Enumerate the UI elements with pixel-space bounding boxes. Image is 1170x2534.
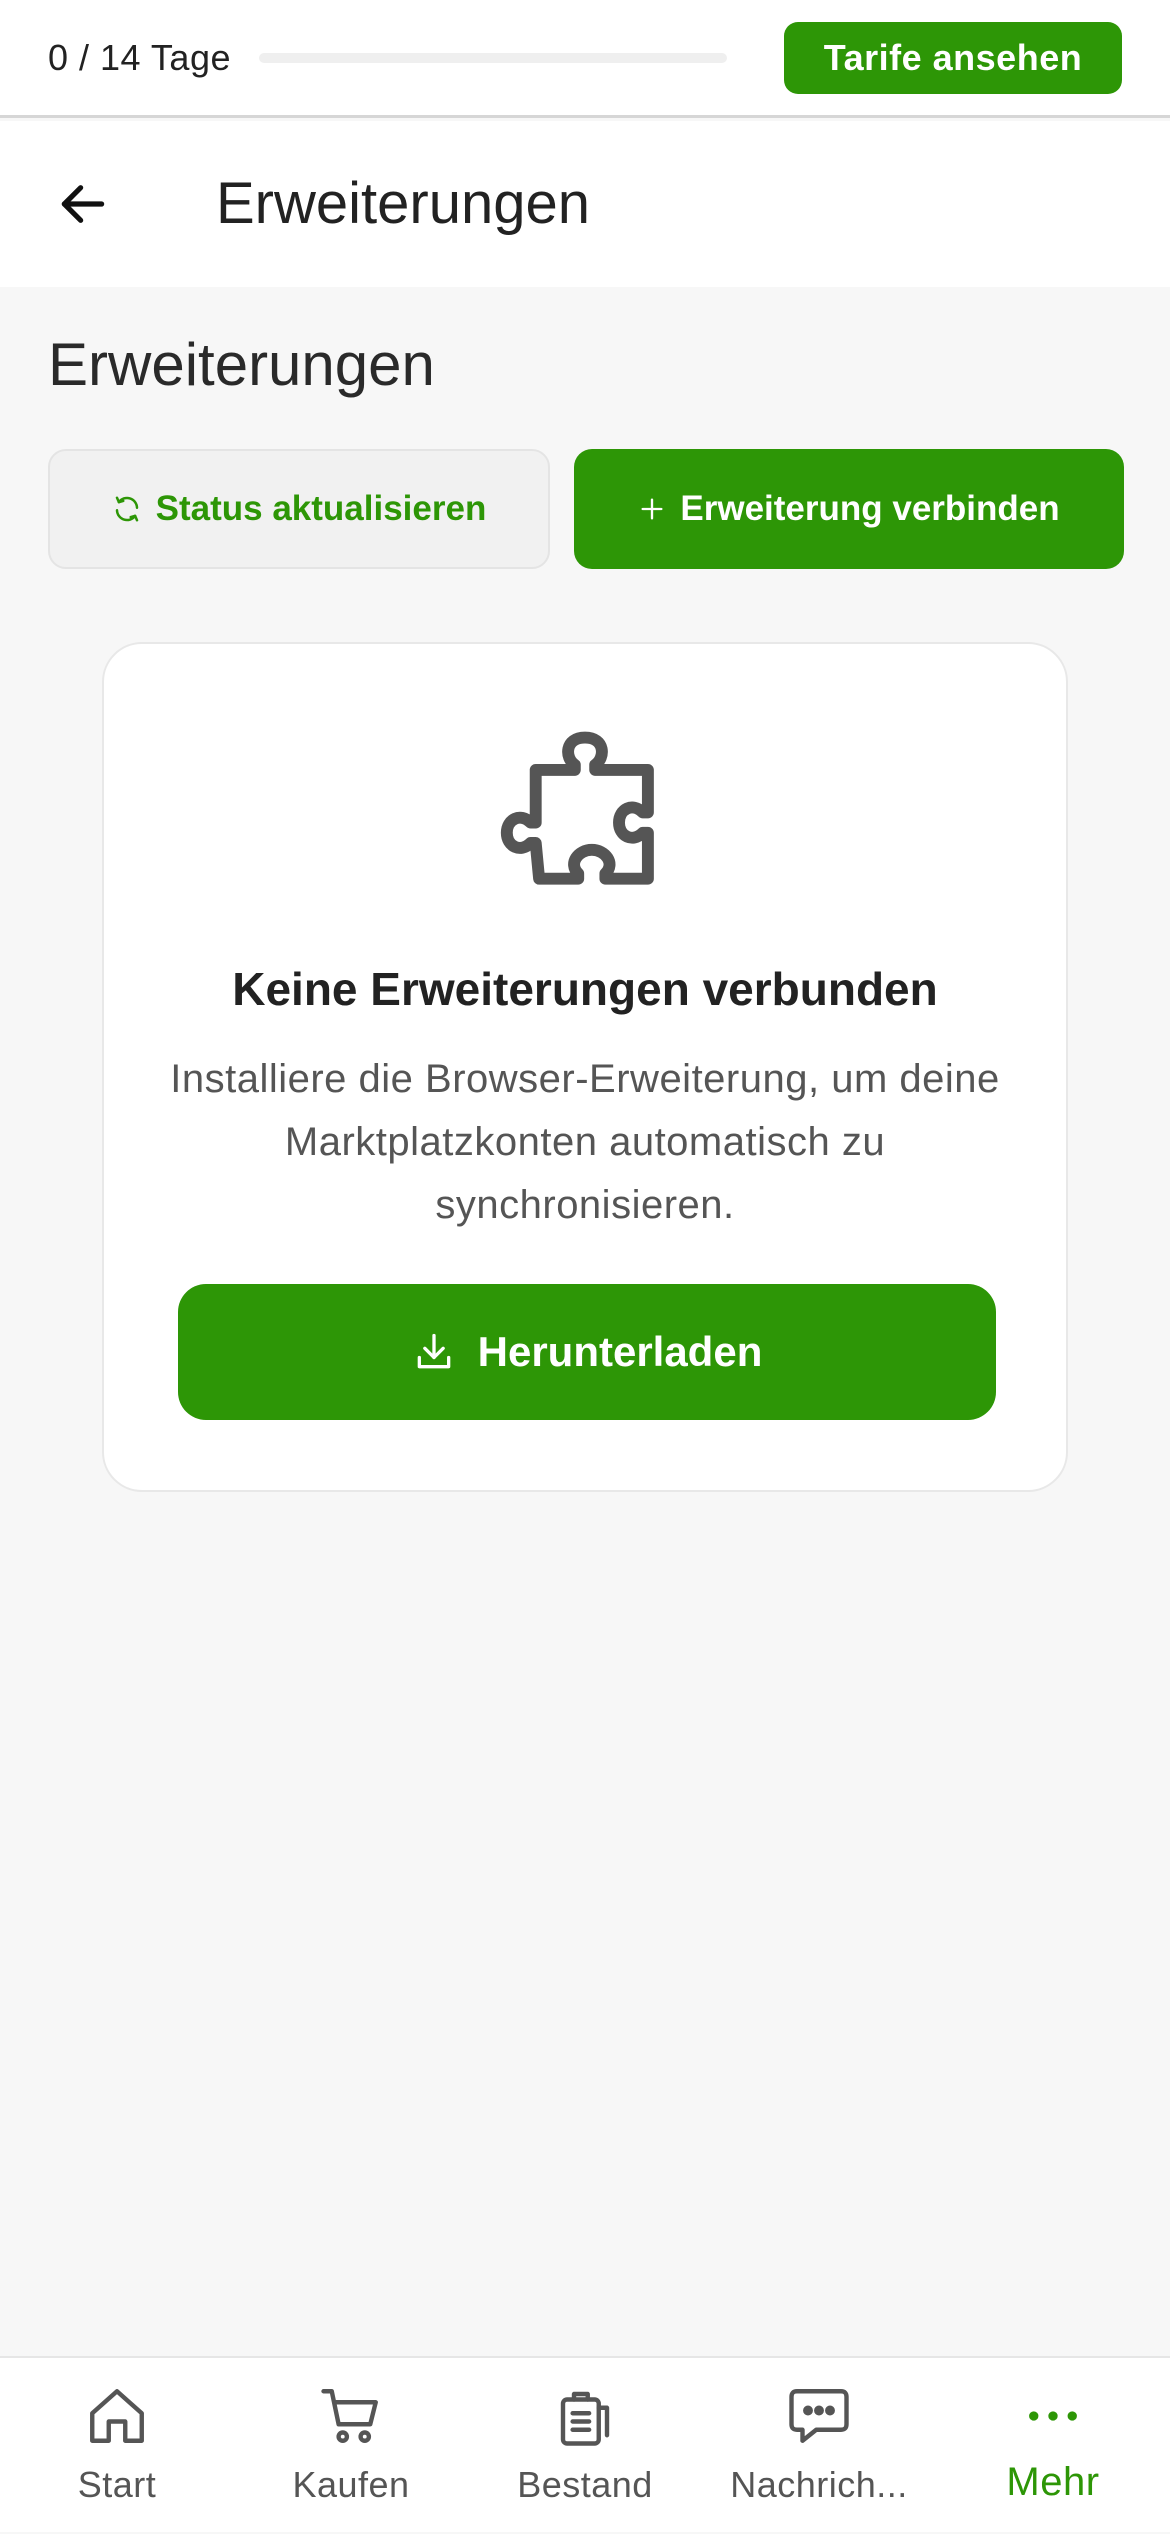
download-icon	[417, 1333, 450, 1369]
cart-icon	[321, 2389, 378, 2443]
nav-label-messages: Nachrich...	[730, 2464, 908, 2505]
nav-label-inventory: Bestand	[517, 2464, 653, 2505]
connect-extension-button[interactable]: Erweiterung verbinden	[574, 449, 1124, 569]
bottom-nav: Start Kaufen Bestand Nachrich... Mehr	[0, 2356, 1170, 2532]
clipboard-icon	[560, 2391, 610, 2446]
refresh-status-button[interactable]: Status aktualisieren	[48, 449, 550, 569]
chat-icon	[789, 2389, 849, 2443]
nav-item-messages[interactable]: Nachrich...	[702, 2358, 936, 2534]
puzzle-icon	[500, 731, 654, 885]
nav-item-start[interactable]: Start	[0, 2358, 234, 2534]
nav-item-more[interactable]: Mehr	[936, 2358, 1170, 2534]
back-button[interactable]	[40, 161, 126, 247]
app-header: Erweiterungen	[0, 121, 1170, 287]
nav-item-buy[interactable]: Kaufen	[234, 2358, 468, 2534]
download-label: Herunterladen	[477, 1328, 763, 1375]
refresh-status-label: Status aktualisieren	[155, 489, 487, 528]
header-title: Erweiterungen	[216, 171, 590, 236]
trial-days-label: 0 / 14 Tage	[48, 36, 231, 78]
empty-state-title: Keine Erweiterungen verbunden	[232, 963, 938, 1015]
empty-state-card: Keine Erweiterungen verbunden Installier…	[102, 642, 1068, 1492]
more-icon	[1029, 2411, 1077, 2421]
nav-item-inventory[interactable]: Bestand	[468, 2358, 702, 2534]
trial-progress-bar	[259, 52, 727, 63]
download-button[interactable]: Herunterladen	[178, 1284, 996, 1420]
arrow-left-icon	[61, 185, 105, 223]
nav-label-buy: Kaufen	[292, 2464, 410, 2505]
nav-label-more: Mehr	[1006, 2460, 1100, 2504]
home-icon	[90, 2389, 144, 2443]
refresh-icon	[115, 496, 138, 522]
connect-extension-label: Erweiterung verbinden	[680, 489, 1060, 528]
view-plans-button[interactable]: Tarife ansehen	[784, 22, 1122, 94]
plus-icon	[641, 498, 663, 520]
nav-label-start: Start	[77, 2464, 157, 2505]
page-heading: Erweiterungen	[48, 331, 435, 398]
empty-state-description: Installiere die Browser-Erweiterung, um …	[170, 1057, 1000, 1227]
